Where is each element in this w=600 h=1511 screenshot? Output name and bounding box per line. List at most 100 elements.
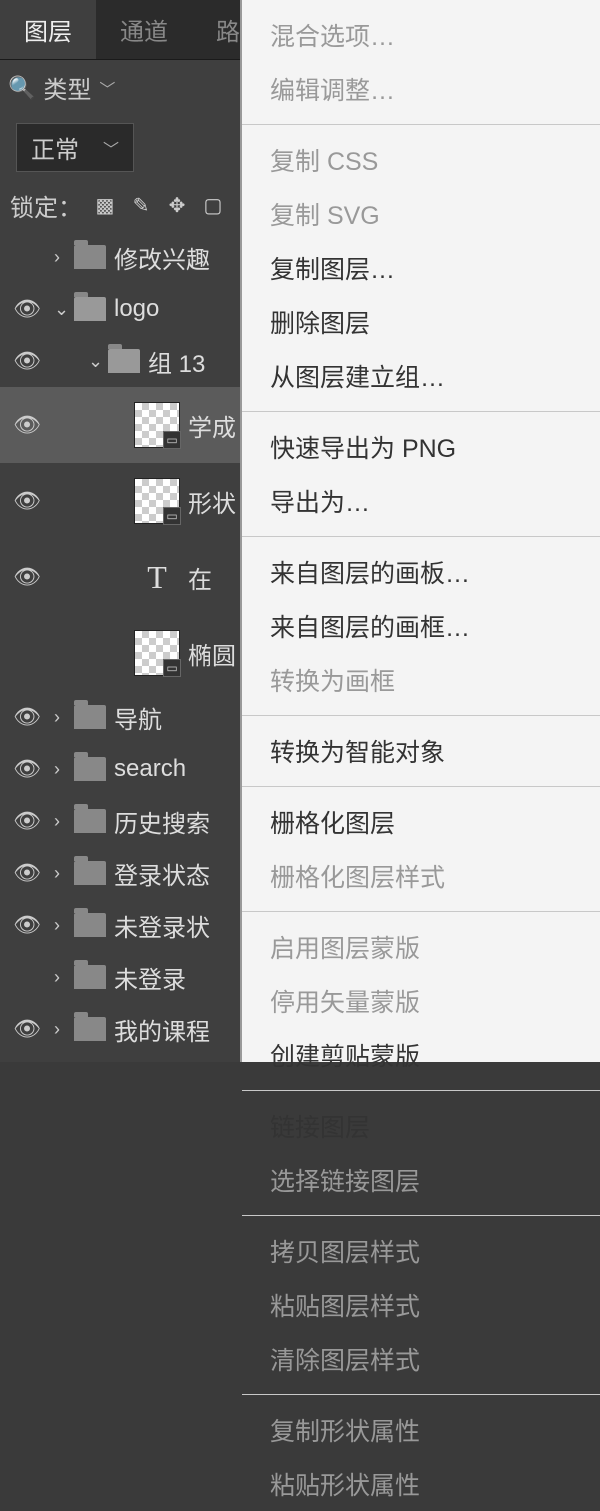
layer-name: search bbox=[114, 755, 186, 783]
menu-copy-layer-style: 拷贝图层样式 bbox=[242, 1224, 600, 1278]
visibility-toggle[interactable] bbox=[0, 637, 54, 669]
folder-icon bbox=[74, 913, 106, 937]
menu-separator bbox=[242, 786, 600, 787]
menu-separator bbox=[242, 536, 600, 537]
layer-name: 形状 bbox=[188, 484, 236, 519]
visibility-toggle[interactable]: 👁 bbox=[0, 296, 54, 322]
folder-icon bbox=[74, 757, 106, 781]
chevron-down-icon: ﹀ bbox=[103, 136, 119, 160]
layer-context-menu: 混合选项… 编辑调整… 复制 CSS 复制 SVG 复制图层… 删除图层 从图层… bbox=[240, 0, 600, 1062]
folder-icon bbox=[74, 965, 106, 989]
layer-name: 修改兴趣 bbox=[114, 240, 210, 275]
menu-enable-layer-mask: 启用图层蒙版 bbox=[242, 920, 600, 974]
folder-icon bbox=[74, 245, 106, 269]
menu-separator bbox=[242, 1090, 600, 1091]
chevron-right-icon[interactable]: › bbox=[54, 967, 74, 988]
chevron-right-icon[interactable]: › bbox=[54, 707, 74, 728]
layer-name: 未登录状 bbox=[114, 908, 210, 943]
tab-layers[interactable]: 图层 bbox=[0, 0, 96, 59]
visibility-toggle[interactable] bbox=[0, 961, 54, 993]
menu-link-layers[interactable]: 链接图层 bbox=[242, 1099, 600, 1153]
menu-paste-shape-attr: 粘贴形状属性 bbox=[242, 1457, 600, 1511]
layer-thumbnail: ▭ bbox=[134, 630, 180, 676]
layer-name: 椭圆 bbox=[188, 636, 236, 671]
menu-delete-layer[interactable]: 删除图层 bbox=[242, 295, 600, 349]
layer-name: 在 bbox=[188, 560, 212, 595]
layer-thumbnail: ▭ bbox=[134, 402, 180, 448]
menu-separator bbox=[242, 715, 600, 716]
folder-icon bbox=[74, 861, 106, 885]
menu-separator bbox=[242, 1215, 600, 1216]
visibility-toggle[interactable]: 👁 bbox=[0, 756, 54, 782]
visibility-toggle[interactable]: 👁 bbox=[0, 704, 54, 730]
menu-disable-vector-mask: 停用矢量蒙版 bbox=[242, 974, 600, 1028]
menu-select-linked: 选择链接图层 bbox=[242, 1153, 600, 1207]
lock-brush-icon[interactable]: ✎ bbox=[128, 193, 154, 219]
visibility-toggle[interactable] bbox=[0, 241, 54, 273]
menu-separator bbox=[242, 411, 600, 412]
chevron-right-icon[interactable]: › bbox=[54, 915, 74, 936]
layer-thumbnail: ▭ bbox=[134, 478, 180, 524]
menu-export-as[interactable]: 导出为… bbox=[242, 474, 600, 528]
chevron-right-icon[interactable]: › bbox=[54, 811, 74, 832]
menu-group-from-layers[interactable]: 从图层建立组… bbox=[242, 349, 600, 403]
menu-edit-adjustment: 编辑调整… bbox=[242, 62, 600, 116]
search-icon: 🔍 bbox=[8, 75, 35, 101]
menu-separator bbox=[242, 911, 600, 912]
blend-mode-select[interactable]: 正常 ﹀ bbox=[16, 123, 134, 172]
layer-name: 组 13 bbox=[148, 344, 205, 379]
menu-copy-shape-attr: 复制形状属性 bbox=[242, 1403, 600, 1457]
menu-create-clipping-mask[interactable]: 创建剪贴蒙版 bbox=[242, 1028, 600, 1082]
smart-object-icon: ▭ bbox=[163, 507, 181, 525]
blend-mode-value: 正常 bbox=[31, 130, 79, 165]
folder-icon bbox=[74, 1017, 106, 1041]
menu-separator bbox=[242, 1394, 600, 1395]
folder-open-icon bbox=[74, 297, 106, 321]
layer-name: 导航 bbox=[114, 700, 162, 735]
menu-copy-css[interactable]: 复制 CSS bbox=[242, 133, 600, 187]
chevron-right-icon[interactable]: › bbox=[54, 1019, 74, 1040]
menu-quick-export-png[interactable]: 快速导出为 PNG bbox=[242, 420, 600, 474]
menu-frame-from-layers[interactable]: 来自图层的画框… bbox=[242, 599, 600, 653]
menu-convert-to-smart[interactable]: 转换为智能对象 bbox=[242, 724, 600, 778]
folder-icon bbox=[74, 705, 106, 729]
menu-convert-to-frame: 转换为画框 bbox=[242, 653, 600, 707]
layer-name: 历史搜索 bbox=[114, 804, 210, 839]
lock-artboard-icon[interactable]: ▢ bbox=[200, 193, 226, 219]
menu-paste-layer-style: 粘贴图层样式 bbox=[242, 1278, 600, 1332]
visibility-toggle[interactable]: 👁 bbox=[0, 564, 54, 590]
tab-channels[interactable]: 通道 bbox=[96, 0, 192, 59]
lock-position-icon[interactable]: ✥ bbox=[164, 193, 190, 219]
menu-artboard-from-layers[interactable]: 来自图层的画板… bbox=[242, 545, 600, 599]
menu-copy-svg[interactable]: 复制 SVG bbox=[242, 187, 600, 241]
menu-blending-options[interactable]: 混合选项… bbox=[242, 8, 600, 62]
menu-clear-layer-style: 清除图层样式 bbox=[242, 1332, 600, 1386]
visibility-toggle[interactable]: 👁 bbox=[0, 412, 54, 438]
visibility-toggle[interactable]: 👁 bbox=[0, 860, 54, 886]
lock-transparency-icon[interactable]: ▩ bbox=[92, 193, 118, 219]
filter-type-dropdown[interactable]: 类型 ﹀ bbox=[43, 70, 115, 105]
visibility-toggle[interactable]: 👁 bbox=[0, 348, 54, 374]
chevron-right-icon[interactable]: › bbox=[54, 863, 74, 884]
chevron-right-icon[interactable]: › bbox=[54, 759, 74, 780]
layer-name: 我的课程 bbox=[114, 1012, 210, 1047]
menu-rasterize-layer[interactable]: 栅格化图层 bbox=[242, 795, 600, 849]
menu-duplicate-layer[interactable]: 复制图层… bbox=[242, 241, 600, 295]
visibility-toggle[interactable]: 👁 bbox=[0, 808, 54, 834]
layer-name: logo bbox=[114, 295, 159, 323]
smart-object-icon: ▭ bbox=[163, 431, 181, 449]
folder-open-icon bbox=[108, 349, 140, 373]
chevron-right-icon[interactable]: › bbox=[54, 247, 74, 268]
chevron-down-icon[interactable]: ⌄ bbox=[88, 351, 108, 372]
lock-label: 锁定： bbox=[10, 188, 82, 223]
menu-separator bbox=[242, 124, 600, 125]
visibility-toggle[interactable]: 👁 bbox=[0, 1016, 54, 1042]
layer-name: 学成 bbox=[188, 408, 236, 443]
menu-rasterize-style: 栅格化图层样式 bbox=[242, 849, 600, 903]
chevron-down-icon[interactable]: ⌄ bbox=[54, 299, 74, 320]
type-layer-icon: T bbox=[134, 554, 180, 600]
visibility-toggle[interactable]: 👁 bbox=[0, 912, 54, 938]
visibility-toggle[interactable]: 👁 bbox=[0, 488, 54, 514]
filter-type-label: 类型 bbox=[43, 70, 91, 105]
smart-object-icon: ▭ bbox=[163, 659, 181, 677]
